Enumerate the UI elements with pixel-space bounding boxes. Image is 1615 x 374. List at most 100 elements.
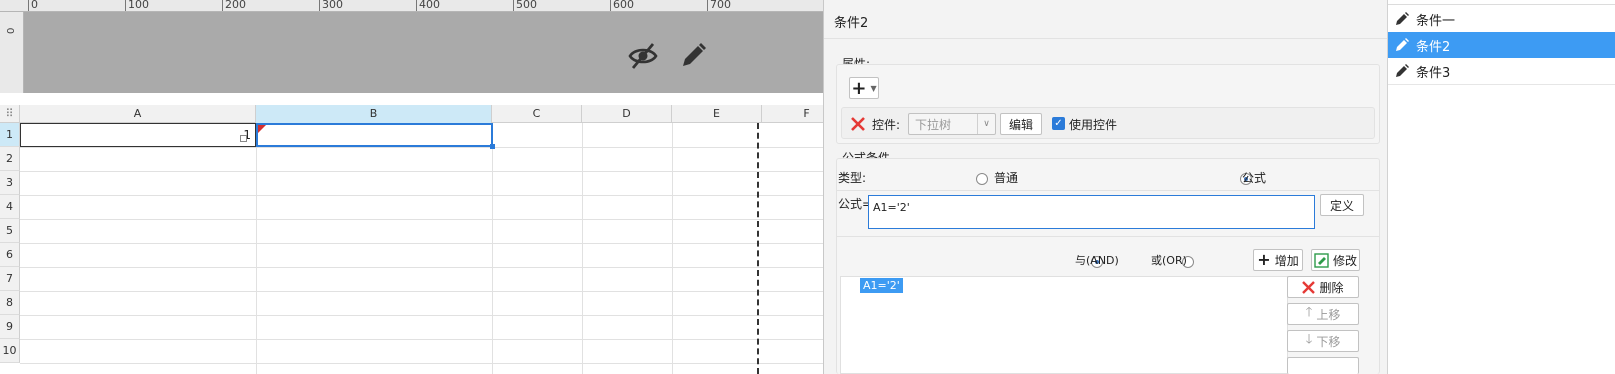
column-header-c[interactable]: C: [492, 105, 582, 123]
cell-a1[interactable]: 1: [20, 123, 256, 147]
use-widget-checkbox[interactable]: ✓: [1052, 117, 1065, 130]
row-header-7[interactable]: 7: [0, 267, 20, 291]
add-condition-button[interactable]: + 增加: [1253, 249, 1303, 271]
type-normal-radio[interactable]: [976, 172, 988, 185]
pencil-icon[interactable]: [677, 40, 709, 72]
row-divider: [20, 363, 823, 364]
condition-list-item[interactable]: 条件3: [1388, 58, 1615, 84]
move-down-label: 下移: [1316, 334, 1341, 349]
condition-list-item-label: 条件一: [1416, 13, 1456, 29]
ruler-tick: 100: [125, 0, 149, 11]
fill-handle[interactable]: [490, 144, 495, 149]
ruler-tick: 600: [610, 0, 634, 11]
column-header-a[interactable]: A: [20, 105, 256, 123]
edit-widget-button[interactable]: 编辑: [1000, 113, 1042, 135]
row-divider: [20, 147, 823, 148]
modify-icon: [1314, 252, 1329, 268]
divider: [836, 236, 1380, 237]
row-header-1[interactable]: 1: [0, 123, 20, 147]
arrow-up-icon: 🡑: [1305, 305, 1313, 320]
select-all-corner[interactable]: ⠿: [0, 105, 20, 123]
widget-label: 控件:: [872, 118, 901, 132]
row-header-10[interactable]: 10: [0, 339, 20, 363]
remove-property-icon[interactable]: [850, 116, 866, 132]
delete-icon: [1302, 280, 1316, 294]
chevron-down-icon: ∨: [977, 114, 995, 134]
add-condition-label: 增加: [1274, 253, 1299, 268]
column-header-bar: ⠿ A B C D E F: [0, 105, 852, 123]
formula-input-value: A1='2': [873, 201, 910, 214]
row-header-3[interactable]: 3: [0, 171, 20, 195]
condition-list-item-label: 条件2: [1416, 39, 1451, 55]
condition-list-item-selected[interactable]: 条件2: [1388, 32, 1615, 58]
divider: [836, 190, 1380, 191]
move-up-label: 上移: [1316, 307, 1341, 322]
column-divider: [582, 123, 583, 374]
column-divider: [672, 123, 673, 374]
condition-tree[interactable]: A1='2': [840, 276, 1288, 374]
page-break-line: [757, 123, 759, 374]
column-divider: [492, 123, 493, 374]
row-divider: [20, 315, 823, 316]
more-button-cut-off[interactable]: [1287, 357, 1359, 374]
add-property-button[interactable]: + ▼: [849, 77, 879, 99]
modify-condition-button[interactable]: 修改: [1311, 249, 1360, 271]
widget-type-select[interactable]: 下拉树 ∨: [908, 113, 996, 135]
ruler-tick: 400: [416, 0, 440, 11]
row-divider: [20, 267, 823, 268]
plus-icon: +: [1257, 250, 1271, 269]
move-down-button[interactable]: 🡓 下移: [1287, 330, 1359, 352]
row-header-8[interactable]: 8: [0, 291, 20, 315]
condition-list: 条件一 条件2 条件3: [1387, 0, 1615, 374]
column-header-d[interactable]: D: [582, 105, 672, 123]
column-header-b[interactable]: B: [256, 105, 492, 123]
move-up-button[interactable]: 🡑 上移: [1287, 303, 1359, 325]
properties-group: + ▼ 控件: 下拉树 ∨ 编辑 ✓ 使用控件: [836, 64, 1380, 144]
cell-b1-selected[interactable]: [256, 123, 495, 149]
delete-condition-label: 删除: [1319, 280, 1344, 295]
column-header-e[interactable]: E: [672, 105, 762, 123]
plus-icon: +: [851, 77, 867, 99]
type-normal-label: 普通: [994, 171, 1019, 185]
pencil-icon: [1394, 37, 1416, 53]
condition-tree-item[interactable]: A1='2': [860, 278, 903, 293]
row-divider: [20, 219, 823, 220]
form-canvas[interactable]: [24, 12, 823, 93]
ruler-tick: 300: [319, 0, 343, 11]
cell-widget-icon: [240, 135, 247, 142]
pencil-icon: [1394, 63, 1416, 79]
divider: [824, 38, 1388, 39]
row-header-4[interactable]: 4: [0, 195, 20, 219]
widget-property-row: 控件: 下拉树 ∨ 编辑 ✓ 使用控件: [841, 107, 1375, 139]
condition-attribute-panel: 条件2 属性: + ▼ 控件: 下拉树 ∨ 编辑 ✓ 使用控件 公式条件 类型:…: [823, 0, 1388, 374]
row-header-2[interactable]: 2: [0, 147, 20, 171]
row-divider: [20, 243, 823, 244]
formula-label: 公式=: [838, 197, 873, 211]
ruler-tick: 0: [28, 0, 38, 11]
divider: [1388, 84, 1615, 85]
row-header-6[interactable]: 6: [0, 243, 20, 267]
define-formula-button[interactable]: 定义: [1320, 194, 1364, 216]
ruler-tick: 200: [222, 0, 246, 11]
row-header-9[interactable]: 9: [0, 315, 20, 339]
delete-condition-button[interactable]: 删除: [1287, 276, 1359, 298]
panel-title: 条件2: [834, 16, 869, 31]
row-divider: [20, 291, 823, 292]
row-divider: [20, 339, 823, 340]
column-divider: [256, 123, 257, 374]
formula-input[interactable]: A1='2': [868, 195, 1315, 229]
type-formula-label: 公式: [1242, 171, 1267, 185]
pencil-icon: [1394, 11, 1416, 27]
ruler-tick: 500: [513, 0, 537, 11]
spreadsheet-grid[interactable]: ⠿ A B C D E F 1 2 3 4 5 6 7 8 9 10 1: [0, 105, 852, 374]
widget-type-value: 下拉树: [915, 117, 952, 132]
row-header-5[interactable]: 5: [0, 219, 20, 243]
use-widget-label: 使用控件: [1069, 118, 1118, 132]
logic-and-label: 与(AND): [1075, 254, 1119, 267]
logic-or-label: 或(OR): [1151, 254, 1187, 267]
dropdown-arrow-icon: ▼: [870, 83, 877, 93]
left-ruler: 0: [0, 12, 24, 93]
condition-list-item[interactable]: 条件一: [1388, 6, 1615, 32]
eye-off-icon[interactable]: [627, 40, 659, 72]
ruler-tick: 700: [707, 0, 731, 11]
